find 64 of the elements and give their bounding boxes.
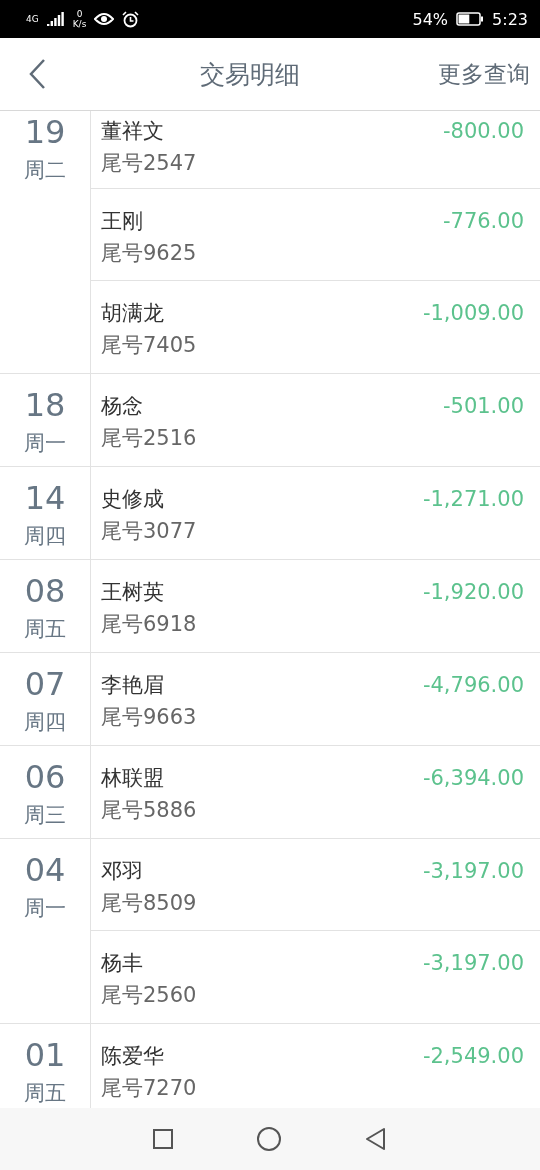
payee-name: 杨丰 — [101, 950, 144, 977]
date-day: 04 — [24, 849, 66, 891]
payee-name: 王树英 — [101, 579, 165, 606]
payee-name: 董祥文 — [101, 118, 165, 145]
date-day: 07 — [24, 663, 66, 705]
date-weekday: 周四 — [24, 709, 66, 736]
date-weekday: 周三 — [24, 802, 66, 829]
payee-name: 邓羽 — [101, 858, 144, 885]
payee-name: 胡满龙 — [101, 300, 165, 327]
network-type: 4G — [26, 14, 39, 24]
back-icon — [28, 58, 46, 90]
transaction-amount: -1,271.00 — [422, 486, 524, 513]
battery-icon — [456, 12, 485, 26]
date-day: 19 — [24, 111, 66, 153]
card-tail-number: 尾号3077 — [101, 518, 197, 545]
alarm-icon — [122, 10, 140, 28]
date-day: 18 — [24, 384, 66, 426]
battery-percent: 54% — [412, 9, 449, 29]
payee-name: 李艳眉 — [101, 672, 165, 699]
transaction-amount: -6,394.00 — [422, 765, 524, 792]
back-nav-button[interactable] — [364, 1127, 388, 1151]
date-weekday: 周一 — [24, 895, 66, 922]
date-weekday: 周四 — [24, 523, 66, 550]
page-title: 交易明细 — [199, 58, 301, 91]
date-day: 14 — [24, 477, 66, 519]
payee-name: 杨念 — [101, 393, 144, 420]
payee-name: 王刚 — [101, 208, 144, 235]
transaction-amount: -776.00 — [442, 208, 524, 235]
transaction-amount: -4,796.00 — [422, 672, 524, 699]
card-tail-number: 尾号9663 — [101, 704, 197, 731]
transaction-amount: -1,009.00 — [422, 300, 524, 327]
card-tail-number: 尾号2547 — [101, 150, 197, 177]
card-tail-number: 尾号2560 — [101, 982, 197, 1009]
date-day: 06 — [24, 756, 66, 798]
more-query-link[interactable]: 更多查询 — [420, 58, 540, 90]
transaction-amount: -3,197.00 — [422, 950, 524, 977]
date-weekday: 周一 — [24, 430, 66, 457]
date-weekday: 周五 — [24, 1080, 66, 1107]
card-tail-number: 尾号6918 — [101, 611, 197, 638]
transaction-amount: -2,549.00 — [422, 1043, 524, 1070]
transaction-amount: -1,920.00 — [422, 579, 524, 606]
transaction-amount: -501.00 — [442, 393, 524, 420]
card-tail-number: 尾号2516 — [101, 425, 197, 452]
card-tail-number: 尾号9625 — [101, 240, 197, 267]
transaction-amount: -800.00 — [442, 118, 524, 145]
recents-button[interactable] — [152, 1128, 174, 1150]
payee-name: 林联盟 — [101, 765, 165, 792]
payee-name: 史修成 — [101, 486, 165, 513]
card-tail-number: 尾号8509 — [101, 890, 197, 917]
clock-time: 5:23 — [492, 9, 528, 29]
date-weekday: 周五 — [24, 616, 66, 643]
card-tail-number: 尾号7270 — [101, 1075, 197, 1102]
card-tail-number: 尾号5886 — [101, 797, 197, 824]
home-button[interactable] — [256, 1126, 282, 1152]
eye-icon — [94, 12, 115, 26]
speed-unit: K/s — [72, 19, 87, 29]
transaction-amount: -3,197.00 — [422, 858, 524, 885]
date-weekday: 周二 — [24, 157, 66, 184]
signal-icon — [46, 12, 65, 26]
card-tail-number: 尾号7405 — [101, 332, 197, 359]
date-day: 08 — [24, 570, 66, 612]
speed-value: 0 — [76, 9, 83, 19]
payee-name: 陈爱华 — [101, 1043, 165, 1070]
date-day: 01 — [24, 1034, 66, 1076]
